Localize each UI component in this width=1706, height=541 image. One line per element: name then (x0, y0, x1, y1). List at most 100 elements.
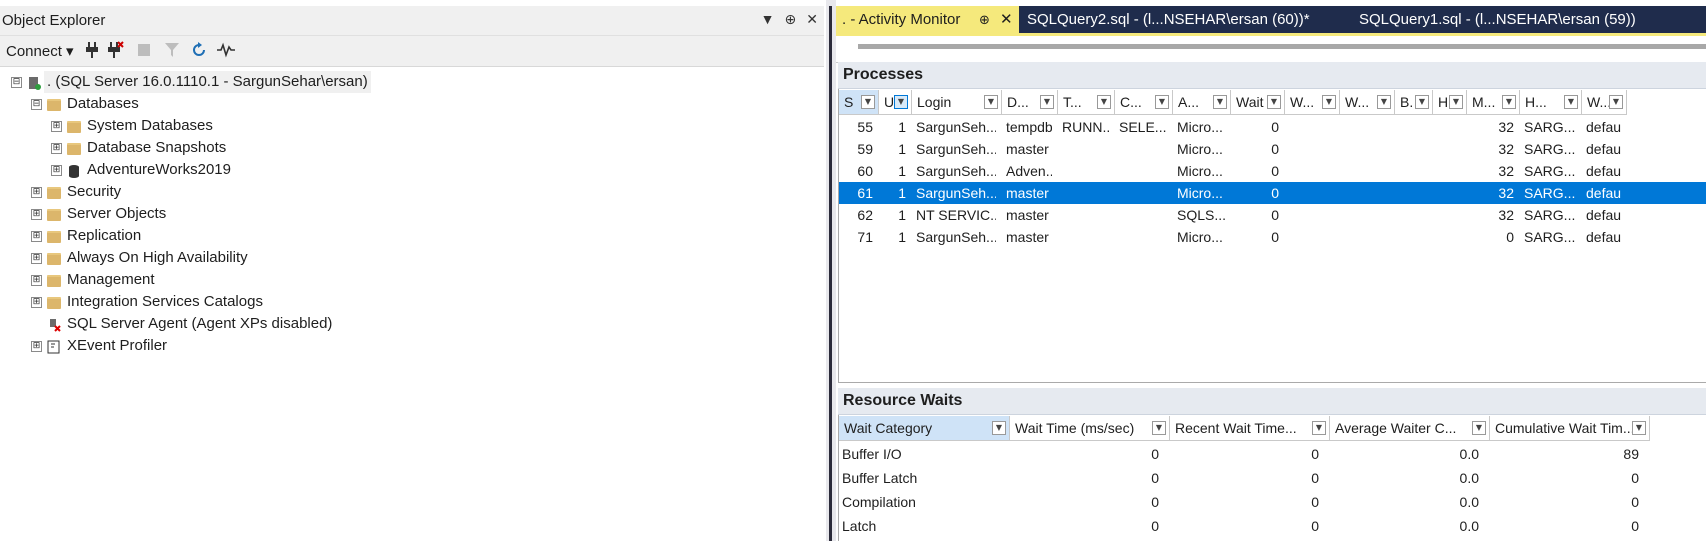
tree-node[interactable]: ⊞ Security (0, 181, 820, 203)
tree-node[interactable]: ⊞ AdventureWorks2019 (0, 159, 820, 181)
refresh-icon[interactable] (190, 41, 208, 59)
pin-icon[interactable]: ⊕ (979, 6, 990, 33)
tree-node[interactable]: SQL Server Agent (Agent XPs disabled) (0, 313, 820, 335)
tree-node[interactable]: ⊞ Server Objects (0, 203, 820, 225)
processes-column-header[interactable]: Wait ... ▼ (1231, 90, 1285, 115)
expand-icon[interactable]: ⊞ (31, 187, 42, 198)
collapse-icon[interactable]: ⊟ (11, 77, 22, 88)
column-filter-dropdown-icon[interactable]: ▼ (861, 95, 875, 109)
disconnect-icon[interactable] (106, 41, 124, 59)
tab-label: . - Activity Monitor (842, 11, 961, 28)
processes-column-header[interactable]: H ▼ (1433, 90, 1467, 115)
close-icon[interactable]: ✕ (806, 11, 818, 28)
column-filter-dropdown-icon[interactable]: ▼ (1152, 421, 1166, 435)
connect-plug-icon[interactable] (84, 41, 100, 59)
column-filter-dropdown-icon[interactable]: ▼ (1213, 95, 1227, 109)
close-icon[interactable]: ✕ (1000, 6, 1013, 33)
column-filter-dropdown-icon[interactable]: ▼ (1564, 95, 1578, 109)
tab-sqlquery1[interactable]: SQLQuery1.sql - (l...NSEHAR\ersan (59)) (1359, 6, 1659, 33)
connect-button[interactable]: Connect ▾ (6, 42, 74, 60)
table-cell: defaul (1586, 119, 1621, 135)
tab-activity-monitor[interactable]: . - Activity Monitor ⊕ ✕ (836, 6, 1019, 33)
table-row[interactable]: Buffer I/O 0 0 0.0 89 (839, 442, 1650, 466)
table-row[interactable]: 55 1 SargunSeh... tempdb RUNN... SELE... Micro… (839, 116, 1706, 138)
column-filter-dropdown-icon[interactable]: ▼ (1415, 95, 1429, 109)
stop-icon[interactable] (138, 44, 150, 56)
processes-column-header[interactable]: D... ▼ (1002, 90, 1058, 115)
processes-column-header[interactable]: T... ▼ (1058, 90, 1115, 115)
column-filter-dropdown-icon[interactable]: ▼ (1449, 95, 1463, 109)
activity-monitor-icon[interactable] (216, 42, 236, 58)
column-filter-dropdown-icon[interactable]: ▼ (1322, 95, 1336, 109)
processes-column-header[interactable]: W... ▼ (1285, 90, 1340, 115)
column-filter-dropdown-icon[interactable]: ▼ (1502, 95, 1516, 109)
processes-column-header[interactable]: S ▼ (839, 90, 879, 115)
column-filter-dropdown-icon[interactable]: ▼ (984, 95, 998, 109)
tree-node[interactable]: ⊞ Integration Services Catalogs (0, 291, 820, 313)
column-filter-dropdown-icon[interactable]: ▼ (1097, 95, 1111, 109)
table-row[interactable]: 59 1 SargunSeh... master Micro... 0 32 SARG... d… (839, 138, 1706, 160)
processes-column-header[interactable]: Login ▼ (912, 90, 1002, 115)
column-filter-dropdown-icon[interactable]: ▼ (1632, 421, 1646, 435)
column-filter-dropdown-icon[interactable]: ▼ (1040, 95, 1054, 109)
processes-header[interactable]: Processes (838, 62, 1706, 89)
tree-node[interactable]: ⊞ Replication (0, 225, 820, 247)
tree-node[interactable]: ⊞ Management (0, 269, 820, 291)
expand-icon[interactable]: ⊞ (51, 121, 62, 132)
column-filter-dropdown-icon[interactable]: ▼ (1609, 95, 1623, 109)
table-cell: 61 (857, 185, 873, 201)
tree-node[interactable]: ⊞ Database Snapshots (0, 137, 820, 159)
column-filter-dropdown-icon[interactable]: ▼ (1377, 95, 1391, 109)
pin-icon[interactable]: ⊕ (785, 11, 797, 28)
table-row[interactable]: 62 1 NT SERVIC... master SQLS... 0 32 SARG... de… (839, 204, 1706, 226)
resource-waits-column-header[interactable]: Wait Category ▼ (839, 416, 1010, 441)
resource-waits-column-header[interactable]: Cumulative Wait Tim... ▼ (1490, 416, 1650, 441)
expand-icon[interactable]: ⊞ (51, 165, 62, 176)
table-row[interactable]: 71 1 SargunSeh... master Micro... 0 0 SARG... de… (839, 226, 1706, 248)
resource-waits-column-header[interactable]: Wait Time (ms/sec) ▼ (1010, 416, 1170, 441)
horizontal-scrollbar[interactable] (858, 44, 1706, 49)
resource-waits-column-header[interactable]: Average Waiter C... ▼ (1330, 416, 1490, 441)
tree-node[interactable]: ⊟ Databases (0, 93, 820, 115)
expand-icon[interactable]: ⊞ (31, 275, 42, 286)
expand-icon[interactable]: ⊞ (31, 341, 42, 352)
collapse-icon[interactable]: ⊟ (31, 99, 42, 110)
table-row[interactable]: 61 1 SargunSeh... master Micro... 0 32 SARG... d… (839, 182, 1706, 204)
tree-node[interactable]: ⊞ Always On High Availability (0, 247, 820, 269)
expand-icon[interactable]: ⊞ (31, 297, 42, 308)
processes-column-header[interactable]: B. ▼ (1395, 90, 1433, 115)
resource-waits-column-header[interactable]: Recent Wait Time... ▼ (1170, 416, 1330, 441)
table-row[interactable]: Compilation 0 0 0.0 0 (839, 490, 1650, 514)
tree-node[interactable]: ⊞ System Databases (0, 115, 820, 137)
table-row[interactable]: Latch 0 0 0.0 0 (839, 514, 1650, 538)
processes-column-header[interactable]: W... ▼ (1340, 90, 1395, 115)
column-filter-dropdown-icon[interactable]: ▼ (1472, 421, 1486, 435)
column-filter-dropdown-icon[interactable]: ▼ (1312, 421, 1326, 435)
table-row[interactable]: 60 1 SargunSeh... Adven... Micro... 0 32 SARG..… (839, 160, 1706, 182)
tab-sqlquery2[interactable]: SQLQuery2.sql - (l...NSEHAR\ersan (60))* (1027, 6, 1327, 33)
expand-icon[interactable]: ⊞ (51, 143, 62, 154)
processes-column-header[interactable]: H... ▼ (1520, 90, 1582, 115)
processes-column-header[interactable]: C... ▼ (1115, 90, 1173, 115)
table-cell: 0 (1311, 518, 1319, 534)
tree-node[interactable]: ⊞ XEvent Profiler (0, 335, 820, 357)
processes-column-header[interactable]: A... ▼ (1173, 90, 1231, 115)
processes-column-header[interactable]: U ▼ (879, 90, 912, 115)
column-filter-dropdown-icon[interactable]: ▼ (1267, 95, 1281, 109)
processes-column-header[interactable]: M... ▼ (1467, 90, 1520, 115)
expand-icon[interactable]: ⊞ (31, 209, 42, 220)
processes-column-header[interactable]: W... ▼ (1582, 90, 1627, 115)
expand-icon[interactable]: ⊞ (31, 253, 42, 264)
column-header-label: C... (1120, 94, 1142, 110)
table-cell: 1 (898, 119, 906, 135)
tree-node-label: Management (67, 271, 155, 288)
column-filter-dropdown-icon[interactable]: ▼ (1155, 95, 1169, 109)
column-filter-dropdown-icon[interactable]: ▼ (992, 421, 1006, 435)
filter-icon[interactable] (164, 42, 180, 58)
expand-icon[interactable]: ⊞ (31, 231, 42, 242)
resource-waits-header[interactable]: Resource Waits (838, 388, 1706, 415)
tree-node[interactable]: ⊟ . (SQL Server 16.0.1110.1 - SargunSehar… (0, 71, 820, 93)
column-filter-dropdown-icon[interactable]: ▼ (894, 95, 908, 109)
window-position-icon[interactable]: ▼ (761, 11, 775, 28)
table-row[interactable]: Buffer Latch 0 0 0.0 0 (839, 466, 1650, 490)
